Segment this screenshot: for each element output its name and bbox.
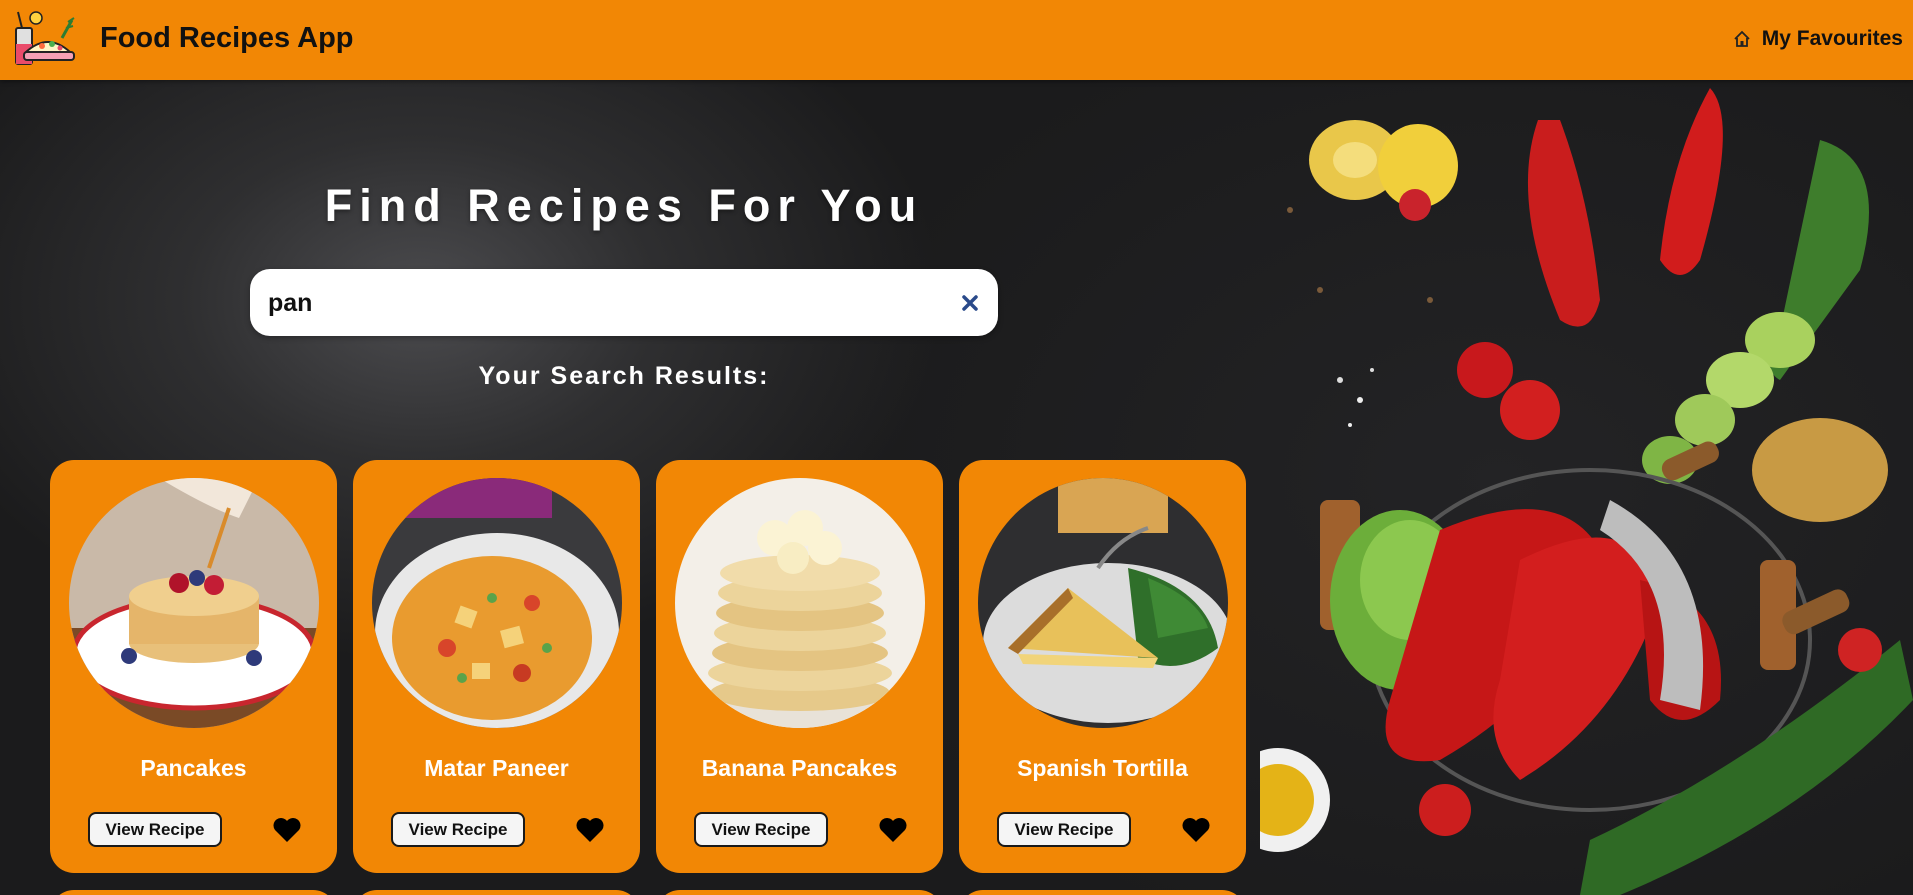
- view-recipe-button[interactable]: View Recipe: [391, 812, 525, 847]
- navbar: Food Recipes App My Favourites: [0, 0, 1913, 80]
- recipe-card: [656, 890, 943, 895]
- recipe-name: Pancakes: [140, 755, 247, 781]
- heart-icon[interactable]: [272, 816, 302, 844]
- recipe-image-banana-pancakes: [675, 478, 925, 728]
- clear-icon[interactable]: [956, 289, 984, 317]
- recipe-name: Spanish Tortilla: [1017, 755, 1188, 781]
- search-results-heading: Your Search Results:: [478, 362, 770, 390]
- logo-icon[interactable]: [12, 8, 76, 72]
- vegetables-image: [1260, 88, 1913, 895]
- search-box: [250, 269, 998, 336]
- my-favourites-label: My Favourites: [1761, 27, 1903, 50]
- recipe-card: Banana Pancakes View Recipe: [656, 460, 943, 873]
- recipe-name: Banana Pancakes: [701, 755, 898, 781]
- home-icon: [1734, 30, 1750, 47]
- recipe-card: Spanish Tortilla View Recipe: [959, 460, 1246, 873]
- view-recipe-button[interactable]: View Recipe: [694, 812, 828, 847]
- recipe-card: Pancakes View Recipe: [50, 460, 337, 873]
- heart-icon[interactable]: [575, 816, 605, 844]
- recipe-image-pancakes: [69, 478, 319, 728]
- view-recipe-button[interactable]: View Recipe: [88, 812, 222, 847]
- my-favourites-link[interactable]: My Favourites: [1732, 27, 1903, 51]
- search-input[interactable]: [268, 283, 908, 323]
- recipe-card: [50, 890, 337, 895]
- recipe-image-matar-paneer: [372, 478, 622, 728]
- recipe-card: Matar Paneer View Recipe: [353, 460, 640, 873]
- page-title: Find Recipes For You: [324, 180, 924, 231]
- app-title: Food Recipes App: [100, 22, 354, 54]
- recipe-image-spanish-tortilla: [978, 478, 1228, 728]
- heart-icon[interactable]: [1181, 816, 1211, 844]
- recipe-card: [353, 890, 640, 895]
- view-recipe-button[interactable]: View Recipe: [997, 812, 1131, 847]
- recipe-card: [959, 890, 1246, 895]
- recipe-name: Matar Paneer: [424, 755, 569, 781]
- heart-icon[interactable]: [878, 816, 908, 844]
